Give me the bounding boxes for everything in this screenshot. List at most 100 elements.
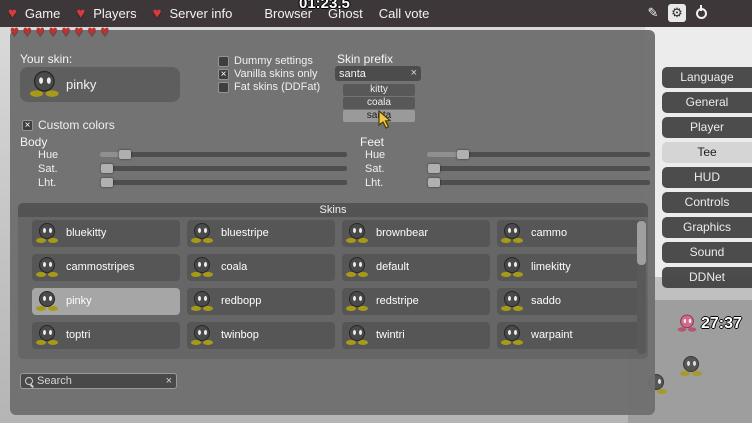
feet-lht-slider[interactable] <box>427 180 650 185</box>
menu-item-players[interactable]: Players <box>93 6 136 21</box>
hud-tee-icon <box>678 315 697 333</box>
skin-name: twintri <box>376 322 405 349</box>
tab-hud[interactable]: HUD <box>662 167 752 188</box>
skin-item[interactable]: limekitty <box>497 254 645 281</box>
current-skin-preview[interactable]: pinky <box>20 67 180 102</box>
tab-player[interactable]: Player <box>662 117 752 138</box>
skin-name: warpaint <box>531 322 573 349</box>
heart-icon: ♥ <box>87 23 96 40</box>
menu-item-server-info[interactable]: Server info <box>169 6 232 21</box>
skin-item-selected[interactable]: pinky <box>32 288 180 315</box>
tab-graphics[interactable]: Graphics <box>662 217 752 238</box>
slider-handle[interactable] <box>428 164 440 173</box>
prefix-preset-kitty[interactable]: kitty <box>343 84 415 96</box>
toggle-dummy-settings[interactable]: Dummy settings <box>218 55 313 67</box>
skin-item[interactable]: bluekitty <box>32 220 180 247</box>
body-lht-slider[interactable] <box>100 180 347 185</box>
slider-handle[interactable] <box>101 164 113 173</box>
slider-fill <box>100 180 107 185</box>
toggle-label: Dummy settings <box>234 55 313 67</box>
clear-prefix-icon[interactable]: × <box>411 68 417 79</box>
tee-avatar <box>346 257 368 278</box>
settings-gear-button[interactable]: ⚙ <box>668 4 686 22</box>
tee-avatar <box>346 223 368 244</box>
skin-item[interactable]: cammo <box>497 220 645 247</box>
menu-item-call-vote[interactable]: Call vote <box>379 6 430 21</box>
skin-item[interactable]: twintri <box>342 322 490 349</box>
toggle-fat-skins[interactable]: Fat skins (DDFat) <box>218 81 320 93</box>
heart-icon: ♥ <box>10 23 19 40</box>
slider-handle[interactable] <box>101 178 113 187</box>
tee-avatar <box>346 291 368 312</box>
feet-hue-slider[interactable] <box>427 152 650 157</box>
checkbox[interactable]: × <box>22 120 33 131</box>
power-icon <box>696 8 707 19</box>
skin-item[interactable]: saddo <box>497 288 645 315</box>
skin-name: coala <box>221 254 247 281</box>
quit-power-button[interactable] <box>692 4 710 22</box>
tab-ddnet[interactable]: DDNet <box>662 267 752 288</box>
topbar-buttons: ✎ ⚙ <box>644 4 710 22</box>
skin-prefix-input[interactable]: santa × <box>335 66 421 81</box>
slider-fill <box>427 180 434 185</box>
prefix-preset-santa[interactable]: santa <box>343 110 415 122</box>
tab-language[interactable]: Language <box>662 67 752 88</box>
toggle-custom-colors[interactable]: × Custom colors <box>22 118 115 132</box>
tab-tee[interactable]: Tee <box>662 142 752 163</box>
skin-name: limekitty <box>531 254 571 281</box>
toggle-vanilla-skins-only[interactable]: × Vanilla skins only <box>218 68 318 80</box>
your-skin-label: Your skin: <box>20 52 72 66</box>
clear-search-icon[interactable]: × <box>166 376 172 387</box>
body-hue-label: Hue <box>38 149 58 161</box>
hud-race-timer: 27:37 <box>676 313 742 334</box>
skin-name: cammo <box>531 220 567 247</box>
checkbox[interactable] <box>218 56 229 67</box>
skin-item[interactable]: coala <box>187 254 335 281</box>
tee-avatar <box>346 325 368 346</box>
skin-item[interactable]: warpaint <box>497 322 645 349</box>
body-lht-label: Lht. <box>38 177 56 189</box>
body-sat-label: Sat. <box>38 163 58 175</box>
slider-handle[interactable] <box>457 150 469 159</box>
skin-item[interactable]: redstripe <box>342 288 490 315</box>
tab-sound[interactable]: Sound <box>662 242 752 263</box>
scrollbar-handle[interactable] <box>637 221 646 265</box>
prefix-preset-coala[interactable]: coala <box>343 97 415 109</box>
skin-item[interactable]: cammostripes <box>32 254 180 281</box>
skin-item[interactable]: bluestripe <box>187 220 335 247</box>
skins-scrollbar[interactable] <box>637 220 646 354</box>
checkbox[interactable] <box>218 82 229 93</box>
skin-name: twinbop <box>221 322 259 349</box>
skin-item[interactable]: twinbop <box>187 322 335 349</box>
slider-fill <box>100 166 107 171</box>
skin-item[interactable]: redbopp <box>187 288 335 315</box>
tab-general[interactable]: General <box>662 92 752 113</box>
skin-prefix-label: Skin prefix <box>337 52 393 66</box>
skin-name: pinky <box>66 288 92 315</box>
slider-handle[interactable] <box>428 178 440 187</box>
checkbox[interactable]: × <box>218 69 229 80</box>
tee-avatar <box>36 257 58 278</box>
skin-item[interactable]: brownbear <box>342 220 490 247</box>
search-icon <box>25 377 33 385</box>
menu-item-game[interactable]: Game <box>25 6 60 21</box>
tee-avatar <box>36 325 58 346</box>
current-skin-name: pinky <box>66 67 96 102</box>
feet-sat-slider[interactable] <box>427 166 650 171</box>
tee-avatar <box>36 223 58 244</box>
slider-handle[interactable] <box>119 150 131 159</box>
background-tee <box>680 356 702 377</box>
body-hue-slider[interactable] <box>100 152 347 157</box>
race-timer: 01:23.5 <box>299 0 350 12</box>
skin-search-input[interactable]: Search × <box>20 373 177 389</box>
slider-fill <box>427 152 463 157</box>
toggle-label: Fat skins (DDFat) <box>234 81 320 93</box>
skin-name: saddo <box>531 288 561 315</box>
slider-fill <box>427 166 434 171</box>
health-hearts-row: ♥♥♥♥♥♥♥♥ <box>10 23 113 41</box>
skin-item[interactable]: toptri <box>32 322 180 349</box>
tab-controls[interactable]: Controls <box>662 192 752 213</box>
editor-pencil-button[interactable]: ✎ <box>644 4 662 22</box>
body-sat-slider[interactable] <box>100 166 347 171</box>
skin-item[interactable]: default <box>342 254 490 281</box>
